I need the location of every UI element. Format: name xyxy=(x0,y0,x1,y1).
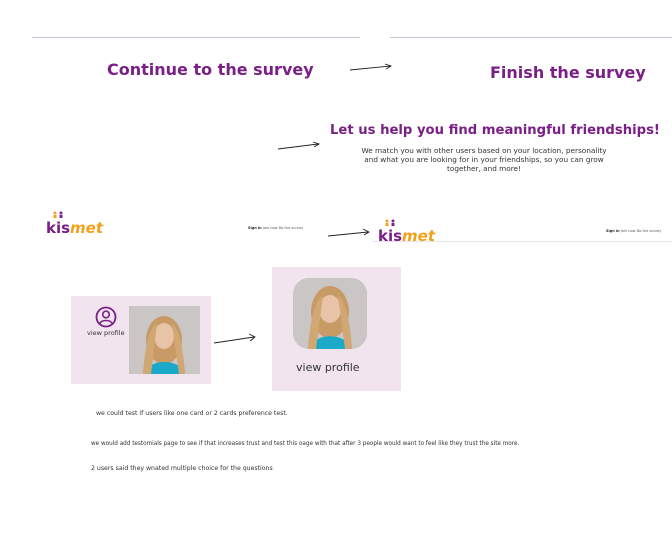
profile-photo xyxy=(129,306,200,374)
view-profile-label[interactable]: view profile xyxy=(296,361,360,374)
profile-card-old[interactable]: view profile xyxy=(71,296,211,384)
note-text: 2 users said they wnated multiple choice… xyxy=(91,465,273,472)
profile-card-new[interactable]: view profile xyxy=(272,267,401,391)
continue-survey-heading: Continue to the survey xyxy=(107,60,314,79)
headline-body: We match you with other users based on y… xyxy=(334,146,634,173)
navbar-links-new: Sign in Join now Do the survey xyxy=(606,229,661,233)
navbar-shadow xyxy=(372,241,672,242)
arrow-right-icon xyxy=(213,333,256,344)
people-icon xyxy=(385,219,395,226)
view-profile-label[interactable]: view profile xyxy=(87,329,125,337)
logo-kis: kis xyxy=(46,219,71,237)
arrow-right-icon xyxy=(349,63,393,71)
people-icon xyxy=(53,211,63,218)
logo-met: met xyxy=(70,219,104,237)
logo-met: met xyxy=(402,227,436,245)
note-text: we could test if users like one card or … xyxy=(96,410,288,417)
arrow-right-icon xyxy=(327,228,370,237)
note-text: we would add testomials page to see if t… xyxy=(91,441,520,447)
profile-photo xyxy=(293,278,367,349)
nav-survey-link[interactable]: Do the survey xyxy=(637,229,662,233)
nav-signin-link[interactable]: Sign in xyxy=(248,226,262,230)
nav-join-link[interactable]: Join now xyxy=(621,229,636,233)
divider-right xyxy=(390,37,672,38)
headline-body-line: together, and more! xyxy=(447,164,521,173)
arrow-right-icon xyxy=(277,141,321,150)
nav-join-link[interactable]: Join now xyxy=(263,226,278,230)
headline-body-line: and what you are looking for in your fri… xyxy=(364,155,604,164)
divider-left xyxy=(32,37,360,38)
kismet-logo[interactable]: kismet xyxy=(378,219,436,245)
user-icon xyxy=(95,306,117,328)
finish-survey-heading: Finish the survey xyxy=(490,63,646,82)
navbar-links-old: Sign in Join now Do the survey xyxy=(248,226,303,230)
nav-survey-link[interactable]: Do the survey xyxy=(279,226,304,230)
nav-signin-link[interactable]: Sign in xyxy=(606,229,620,233)
logo-kis: kis xyxy=(378,227,403,245)
headline-title: Let us help you find meaningful friendsh… xyxy=(330,123,660,138)
kismet-logo[interactable]: kismet xyxy=(46,211,104,237)
headline-body-line: We match you with other users based on y… xyxy=(361,146,607,155)
